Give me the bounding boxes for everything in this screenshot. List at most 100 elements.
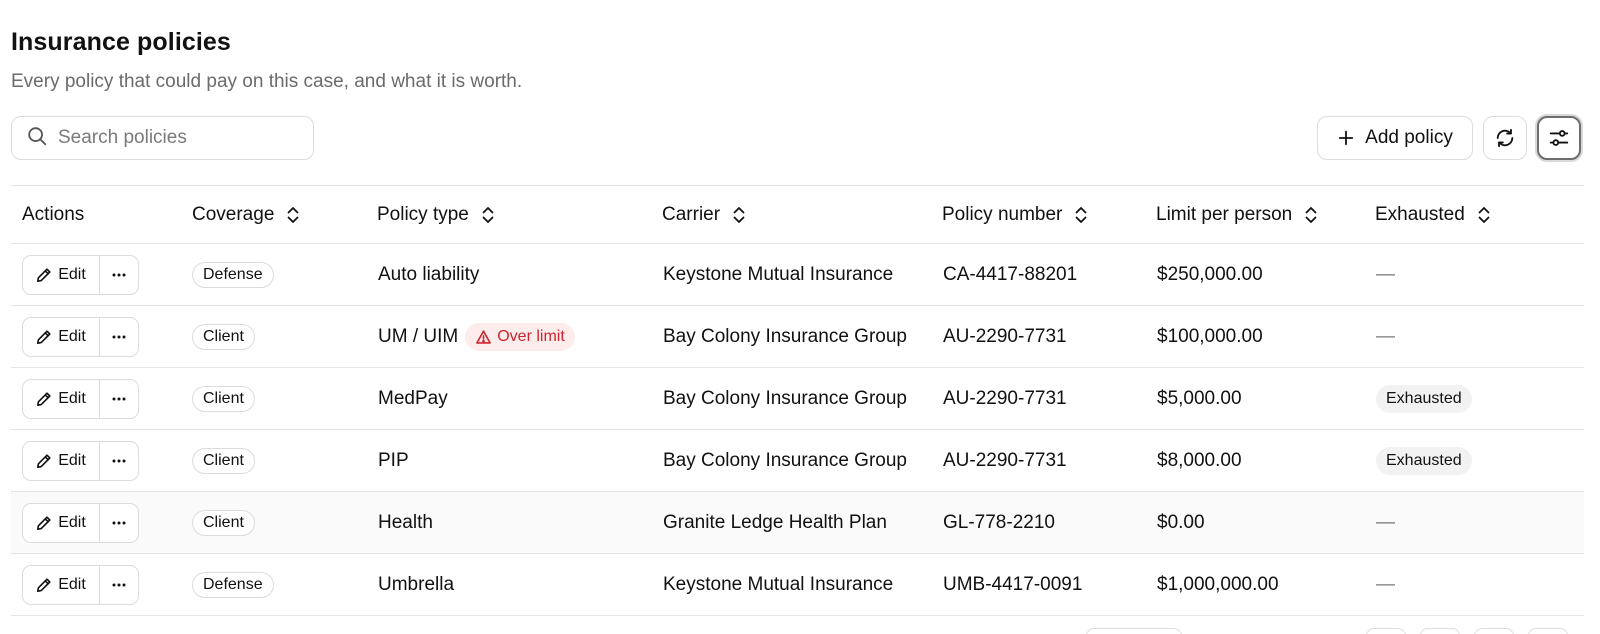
row-actions: Edit — [22, 503, 139, 543]
carrier-text: Bay Colony Insurance Group — [663, 450, 907, 471]
table-row[interactable]: Edit Client Health Granite Ledge Health … — [11, 492, 1584, 554]
pencil-icon — [36, 577, 52, 593]
exhausted-badge: Exhausted — [1376, 447, 1472, 475]
policy-type-text: Auto liability — [378, 264, 480, 285]
row-actions: Edit — [22, 441, 139, 481]
exhausted-value: — — [1376, 264, 1395, 285]
column-label: Policy number — [942, 204, 1063, 225]
carrier-cell: Keystone Mutual Insurance — [663, 244, 893, 306]
limit-cell: $5,000.00 — [1157, 368, 1242, 430]
table-row[interactable]: Edit Client UM / UIM Over limit Bay Colo… — [11, 306, 1584, 368]
exhausted-cell: Exhausted — [1376, 368, 1472, 430]
more-icon — [111, 272, 127, 278]
carrier-text: Bay Colony Insurance Group — [663, 326, 907, 347]
coverage-badge: Defense — [192, 262, 274, 288]
first-page-button[interactable] — [1366, 628, 1406, 634]
edit-button[interactable]: Edit — [23, 442, 100, 480]
limit-cell: $1,000,000.00 — [1157, 554, 1279, 616]
column-label: Limit per person — [1156, 204, 1293, 225]
limit-text: $250,000.00 — [1157, 264, 1263, 285]
limit-text: $0.00 — [1157, 512, 1205, 533]
more-actions-button[interactable] — [100, 504, 138, 542]
more-actions-button[interactable] — [100, 256, 138, 294]
coverage-badge: Client — [192, 386, 255, 412]
refresh-icon — [1494, 127, 1516, 149]
column-header-policy-number[interactable]: Policy number — [942, 186, 1088, 244]
table-row[interactable]: Edit Client MedPay Bay Colony Insurance … — [11, 368, 1584, 430]
table-settings-button[interactable] — [1537, 116, 1581, 160]
exhausted-value: — — [1376, 326, 1395, 347]
exhausted-cell: — — [1376, 554, 1395, 616]
coverage-cell: Client — [192, 430, 255, 492]
policy-type-cell: UM / UIM Over limit — [378, 306, 575, 368]
column-header-limit-per-person[interactable]: Limit per person — [1156, 186, 1318, 244]
policy-number-text: AU-2290-7731 — [943, 388, 1067, 409]
more-actions-button[interactable] — [100, 442, 138, 480]
policies-table: Actions Coverage Policy type Carrier Pol… — [11, 185, 1584, 616]
column-header-coverage[interactable]: Coverage — [192, 186, 300, 244]
table-row[interactable]: Edit Defense Umbrella Keystone Mutual In… — [11, 554, 1584, 616]
policy-type-text: MedPay — [378, 388, 448, 409]
sort-icon — [469, 205, 495, 225]
row-actions: Edit — [22, 317, 139, 357]
refresh-button[interactable] — [1483, 116, 1527, 160]
exhausted-cell: Exhausted — [1376, 430, 1472, 492]
add-policy-button[interactable]: Add policy — [1317, 116, 1473, 160]
coverage-badge: Client — [192, 448, 255, 474]
exhausted-value: — — [1376, 574, 1395, 595]
edit-button[interactable]: Edit — [23, 256, 100, 294]
table-body: Edit Defense Auto liability Keystone Mut… — [11, 244, 1584, 616]
table-row[interactable]: Edit Defense Auto liability Keystone Mut… — [11, 244, 1584, 306]
edit-button[interactable]: Edit — [23, 380, 100, 418]
column-label: Policy type — [377, 204, 469, 225]
edit-label: Edit — [58, 514, 86, 531]
search-box[interactable] — [11, 116, 314, 160]
warning-icon — [475, 329, 492, 346]
edit-button[interactable]: Edit — [23, 566, 100, 604]
policy-type-cell: Umbrella — [378, 554, 454, 616]
exhausted-cell: — — [1376, 492, 1395, 554]
edit-button[interactable]: Edit — [23, 504, 100, 542]
policy-type-cell: Auto liability — [378, 244, 479, 306]
sliders-icon — [1548, 127, 1570, 149]
column-header-actions: Actions — [22, 186, 84, 244]
policy-number-text: GL-778-2210 — [943, 512, 1055, 533]
column-header-carrier[interactable]: Carrier — [662, 186, 746, 244]
more-icon — [111, 520, 127, 526]
policy-number-text: AU-2290-7731 — [943, 450, 1067, 471]
carrier-text: Granite Ledge Health Plan — [663, 512, 887, 533]
policy-number-text: UMB-4417-0091 — [943, 574, 1083, 595]
column-header-exhausted[interactable]: Exhausted — [1375, 186, 1491, 244]
pencil-icon — [36, 329, 52, 345]
column-label: Actions — [22, 204, 85, 225]
rows-per-page-select[interactable] — [1086, 628, 1182, 634]
column-header-policy-type[interactable]: Policy type — [377, 186, 495, 244]
edit-label: Edit — [58, 576, 86, 593]
next-page-button[interactable] — [1474, 628, 1514, 634]
pencil-icon — [36, 515, 52, 531]
column-label: Carrier — [662, 204, 721, 225]
page-subtitle: Every policy that could pay on this case… — [11, 71, 523, 92]
column-label: Exhausted — [1375, 204, 1465, 225]
policy-number-cell: AU-2290-7731 — [943, 368, 1067, 430]
coverage-cell: Defense — [192, 554, 274, 616]
search-icon — [26, 125, 48, 152]
policy-type-cell: PIP — [378, 430, 409, 492]
search-input[interactable] — [58, 127, 288, 149]
policy-number-cell: GL-778-2210 — [943, 492, 1055, 554]
previous-page-button[interactable] — [1420, 628, 1460, 634]
more-actions-button[interactable] — [100, 318, 138, 356]
policy-type-cell: MedPay — [378, 368, 448, 430]
limit-cell: $250,000.00 — [1157, 244, 1263, 306]
more-actions-button[interactable] — [100, 566, 138, 604]
row-actions: Edit — [22, 565, 139, 605]
policy-number-cell: AU-2290-7731 — [943, 430, 1067, 492]
more-actions-button[interactable] — [100, 380, 138, 418]
carrier-cell: Granite Ledge Health Plan — [663, 492, 887, 554]
policy-number-cell: UMB-4417-0091 — [943, 554, 1082, 616]
edit-button[interactable]: Edit — [23, 318, 100, 356]
table-row[interactable]: Edit Client PIP Bay Colony Insurance Gro… — [11, 430, 1584, 492]
exhausted-cell: — — [1376, 306, 1395, 368]
exhausted-value: — — [1376, 512, 1395, 533]
last-page-button[interactable] — [1528, 628, 1568, 634]
